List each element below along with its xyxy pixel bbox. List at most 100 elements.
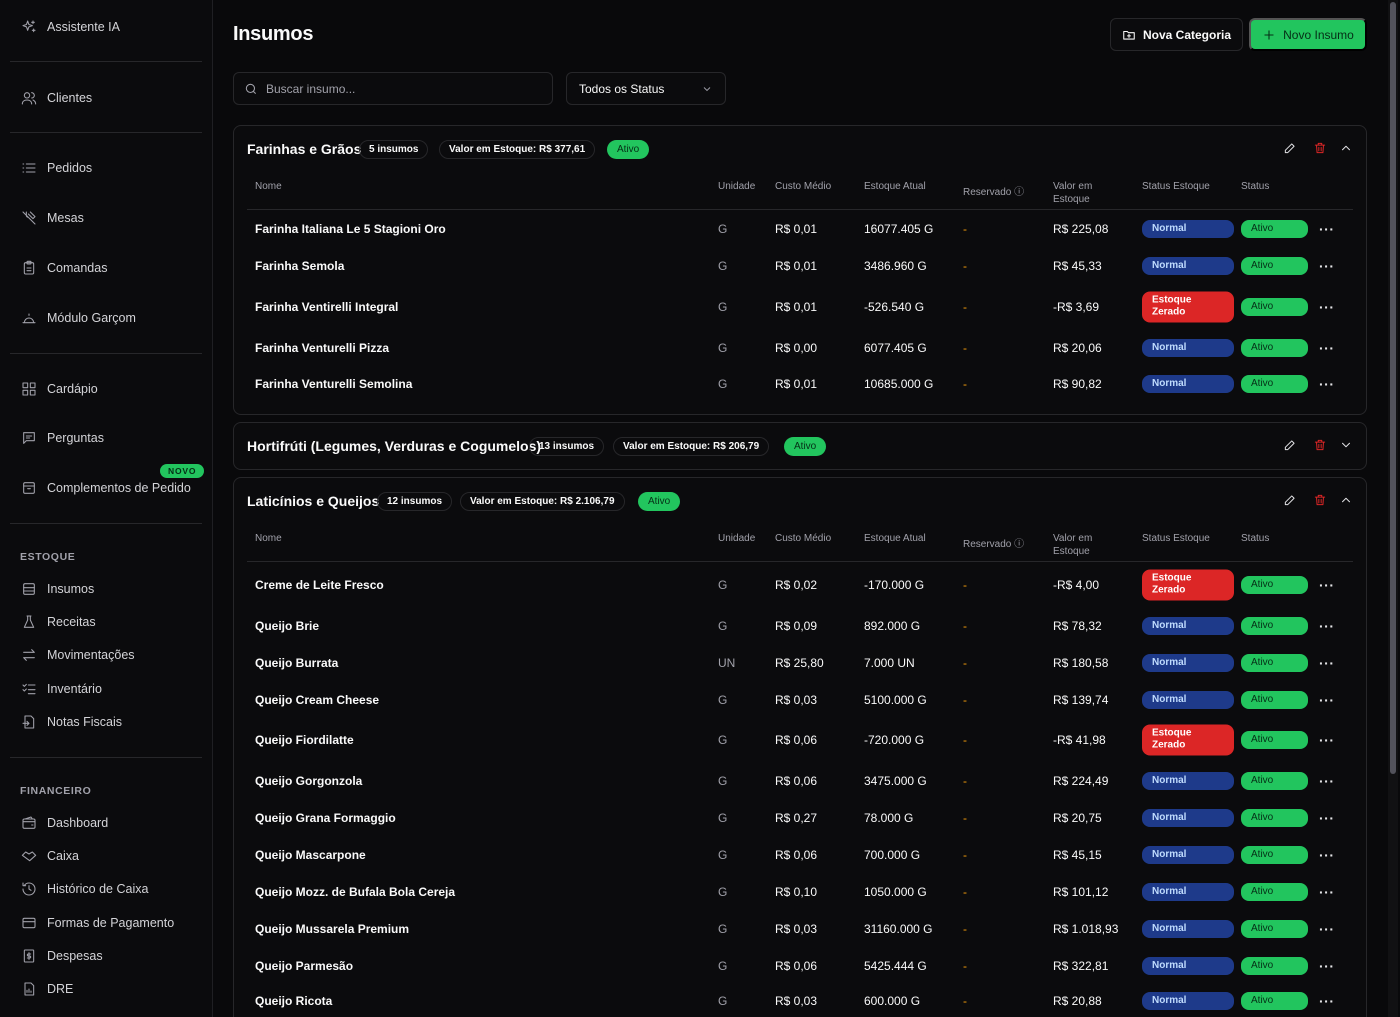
table-row[interactable]: Queijo Ricota G R$ 0,03 600.000 G - R$ 2…	[247, 983, 1353, 1017]
sidebar-item-perguntas[interactable]: Perguntas	[20, 427, 104, 449]
row-actions-button[interactable]: ···	[1319, 258, 1335, 274]
sidebar-item-formas-pagamento[interactable]: Formas de Pagamento	[20, 912, 174, 934]
row-reserved: -	[963, 733, 967, 747]
sidebar-item-dashboard[interactable]: Dashboard	[20, 812, 108, 834]
status-select[interactable]: Todos os Status	[566, 72, 726, 105]
new-category-button[interactable]: Nova Categoria	[1110, 18, 1243, 51]
sidebar-item-receitas[interactable]: Receitas	[20, 611, 96, 633]
category-header[interactable]: Hortifrúti (Legumes, Verduras e Cogumelo…	[234, 423, 1366, 469]
delete-category-button[interactable]	[1312, 140, 1328, 156]
table-row[interactable]: Farinha Ventirelli Integral G R$ 0,01 -5…	[247, 284, 1353, 329]
grid-icon	[20, 381, 37, 398]
info-icon[interactable]: ⓘ	[1014, 539, 1024, 550]
row-actions-button[interactable]: ···	[1319, 958, 1335, 974]
table-row[interactable]: Farinha Venturelli Pizza G R$ 0,00 6077.…	[247, 329, 1353, 366]
row-actions-button[interactable]: ···	[1319, 993, 1335, 1009]
sidebar-item-assistente-ia[interactable]: Assistente IA	[20, 16, 120, 38]
delete-category-button[interactable]	[1312, 437, 1328, 453]
collapse-category-button[interactable]	[1338, 140, 1354, 156]
row-reserved: -	[963, 958, 967, 973]
sidebar-item-notas-fiscais[interactable]: Notas Fiscais	[20, 711, 122, 733]
row-reserved: -	[963, 618, 967, 633]
sidebar-item-modulo-garcom[interactable]: Módulo Garçom	[20, 307, 136, 329]
scrollbar-thumb[interactable]	[1390, 2, 1396, 774]
sidebar-item-dre[interactable]: DRE	[20, 978, 73, 1000]
col-reservado: Reservado ⓘ	[963, 539, 1025, 550]
table-row[interactable]: Creme de Leite Fresco G R$ 0,02 -170.000…	[247, 563, 1353, 607]
row-actions-button[interactable]: ···	[1319, 847, 1335, 863]
row-reserved: -	[963, 773, 967, 788]
sidebar-item-movimentacoes[interactable]: Movimentações	[20, 644, 135, 666]
table-row[interactable]: Queijo Burrata UN R$ 25,80 7.000 UN - R$…	[247, 644, 1353, 681]
new-insumo-button[interactable]: Novo Insumo	[1249, 18, 1367, 51]
row-actions-button[interactable]: ···	[1319, 921, 1335, 937]
row-value: R$ 90,82	[1053, 377, 1102, 391]
category-header[interactable]: Laticínios e Queijos 12 insumos Valor em…	[234, 478, 1366, 524]
table-row[interactable]: Farinha Semola G R$ 0,01 3486.960 G - R$…	[247, 247, 1353, 284]
row-actions-button[interactable]: ···	[1319, 618, 1335, 634]
sidebar-item-complementos[interactable]: Complementos de Pedido	[20, 477, 191, 499]
search-input[interactable]	[266, 81, 536, 96]
category-title: Farinhas e Grãos	[247, 141, 362, 157]
table-row[interactable]: Queijo Mozz. de Bufala Bola Cereja G R$ …	[247, 873, 1353, 910]
pencil-icon	[1284, 440, 1295, 451]
row-actions-button[interactable]: ···	[1319, 577, 1335, 593]
row-actions-button[interactable]: ···	[1319, 376, 1335, 392]
row-actions-button[interactable]: ···	[1319, 221, 1335, 237]
edit-category-button[interactable]	[1282, 437, 1298, 453]
table-row[interactable]: Queijo Fiordilatte G R$ 0,06 -720.000 G …	[247, 718, 1353, 762]
row-name: Queijo Cream Cheese	[255, 692, 380, 707]
table-row[interactable]: Queijo Mascarpone G R$ 0,06 700.000 G - …	[247, 836, 1353, 873]
expand-category-button[interactable]	[1338, 437, 1354, 453]
sparkles-icon	[20, 19, 37, 36]
row-actions-button[interactable]: ···	[1319, 299, 1335, 315]
table-row[interactable]: Queijo Grana Formaggio G R$ 0,27 78.000 …	[247, 799, 1353, 836]
row-cost: R$ 0,09	[775, 618, 818, 633]
sidebar-item-label: Pedidos	[47, 161, 93, 175]
sidebar-item-mesas[interactable]: Mesas	[20, 207, 84, 229]
delete-category-button[interactable]	[1312, 492, 1328, 508]
table-row[interactable]: Farinha Italiana Le 5 Stagioni Oro G R$ …	[247, 211, 1353, 247]
edit-category-button[interactable]	[1282, 492, 1298, 508]
table-row[interactable]: Queijo Cream Cheese G R$ 0,03 5100.000 G…	[247, 681, 1353, 718]
sidebar-item-pedidos[interactable]: Pedidos	[20, 157, 92, 179]
message-icon	[20, 430, 37, 447]
edit-category-button[interactable]	[1282, 140, 1298, 156]
sidebar-item-insumos[interactable]: Insumos	[20, 578, 94, 600]
table-row[interactable]: Queijo Gorgonzola G R$ 0,06 3475.000 G -…	[247, 762, 1353, 799]
page-scrollbar[interactable]	[1388, 0, 1398, 1017]
row-reserved: -	[963, 258, 967, 273]
sidebar-item-label: Formas de Pagamento	[47, 916, 175, 930]
sidebar-item-label: Dashboard	[47, 816, 109, 830]
category-header[interactable]: Farinhas e Grãos 5 insumos Valor em Esto…	[234, 126, 1366, 172]
category-card: Hortifrúti (Legumes, Verduras e Cogumelo…	[233, 422, 1367, 470]
row-name: Farinha Venturelli Semolina	[255, 377, 413, 391]
sidebar-item-historico-caixa[interactable]: Histórico de Caixa	[20, 878, 148, 900]
sidebar-item-cardapio[interactable]: Cardápio	[20, 378, 98, 400]
sidebar-item-label: Inventário	[47, 682, 102, 696]
sidebar-item-despesas[interactable]: Despesas	[20, 945, 103, 967]
row-actions-button[interactable]: ···	[1319, 655, 1335, 671]
sidebar-item-comandas[interactable]: Comandas	[20, 257, 107, 279]
row-value: R$ 322,81	[1053, 958, 1109, 973]
info-icon[interactable]: ⓘ	[1014, 187, 1024, 198]
row-actions-button[interactable]: ···	[1319, 692, 1335, 708]
row-actions-button[interactable]: ···	[1319, 773, 1335, 789]
row-value: R$ 20,06	[1053, 340, 1102, 355]
table-row[interactable]: Queijo Parmesão G R$ 0,06 5425.444 G - R…	[247, 947, 1353, 984]
collapse-category-button[interactable]	[1338, 492, 1354, 508]
sidebar-item-label: Movimentações	[47, 648, 135, 662]
row-actions-button[interactable]: ···	[1319, 732, 1335, 748]
sidebar-item-caixa[interactable]: Caixa	[20, 845, 79, 867]
col-nome: Nome	[255, 533, 282, 544]
sidebar-item-clientes[interactable]: Clientes	[20, 87, 92, 109]
status-badge: Ativo	[1241, 338, 1308, 357]
table-row[interactable]: Queijo Mussarela Premium G R$ 0,03 31160…	[247, 910, 1353, 947]
row-actions-button[interactable]: ···	[1319, 884, 1335, 900]
new-category-label: Nova Categoria	[1142, 27, 1232, 42]
table-row[interactable]: Queijo Brie G R$ 0,09 892.000 G - R$ 78,…	[247, 607, 1353, 644]
row-actions-button[interactable]: ···	[1319, 340, 1335, 356]
row-actions-button[interactable]: ···	[1319, 810, 1335, 826]
sidebar-item-inventario[interactable]: Inventário	[20, 678, 102, 700]
table-row[interactable]: Farinha Venturelli Semolina G R$ 0,01 10…	[247, 366, 1353, 402]
